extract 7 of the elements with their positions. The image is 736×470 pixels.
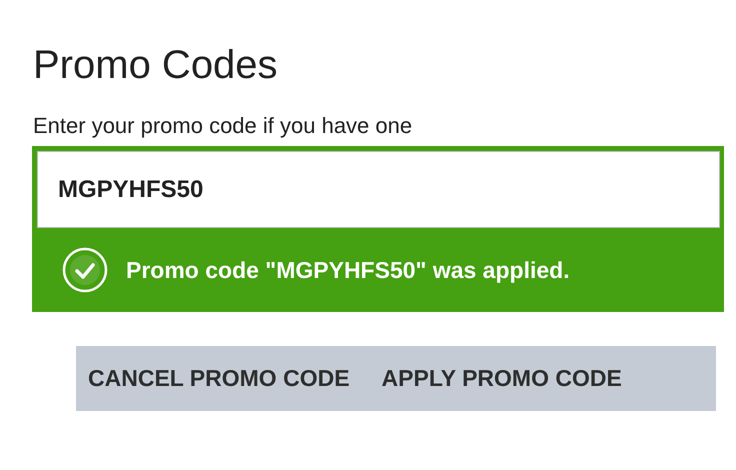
page-title: Promo Codes xyxy=(33,42,279,89)
promo-code-field[interactable]: MGPYHFS50 xyxy=(37,151,720,228)
promo-button[interactable]: APPLY PROMO CODE xyxy=(370,355,634,402)
promo-button[interactable]: CANCEL PROMO CODE xyxy=(76,355,362,402)
field-label: Enter your promo code if you have one xyxy=(33,112,414,140)
check-circle-icon xyxy=(62,247,108,293)
success-message: Promo code "MGPYHFS50" was applied. xyxy=(126,256,570,284)
